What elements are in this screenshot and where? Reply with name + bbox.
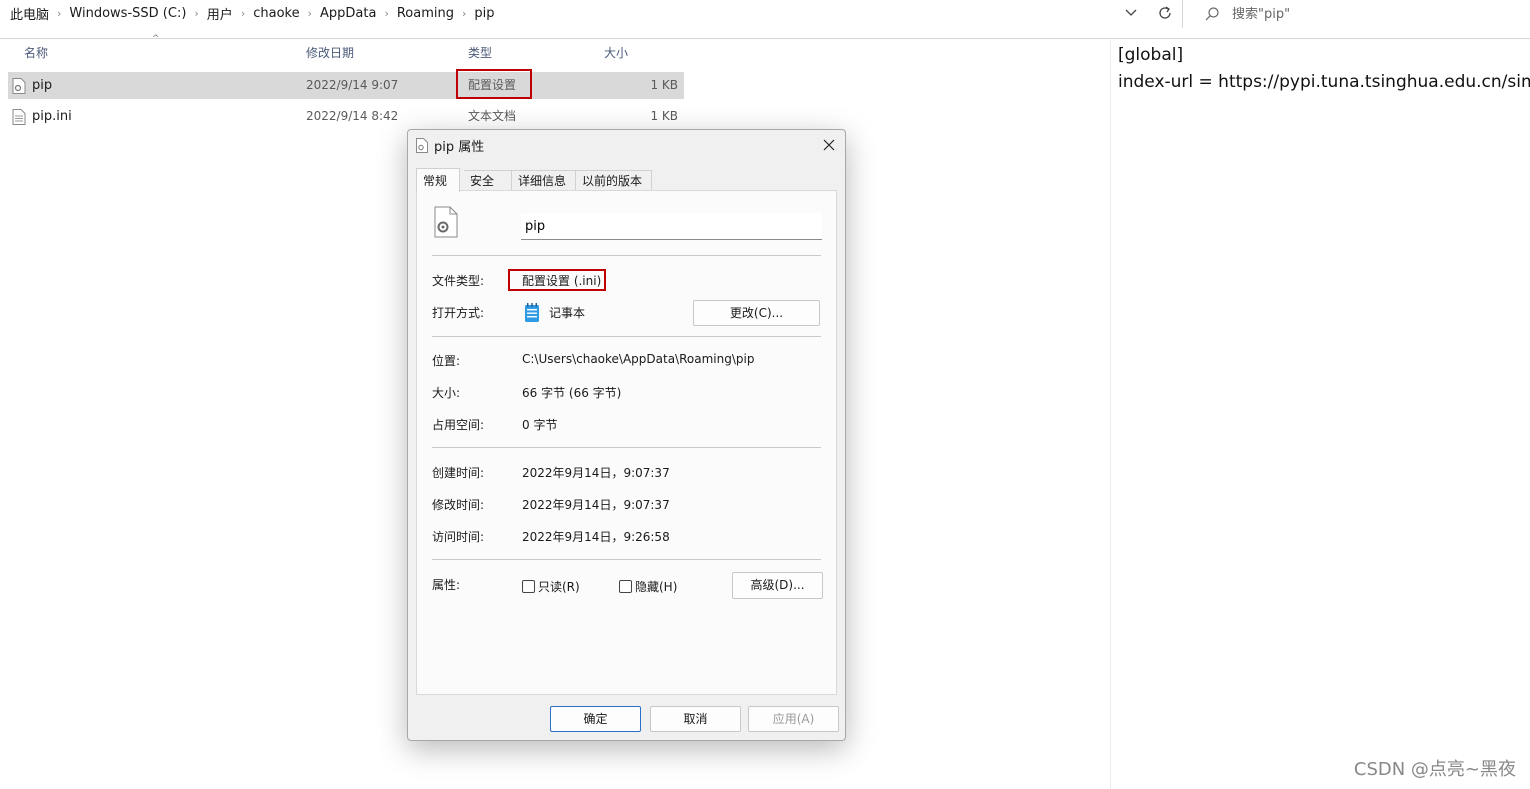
tab-details[interactable]: 详细信息 bbox=[512, 170, 576, 190]
column-header-modified[interactable]: 修改日期 bbox=[300, 40, 462, 66]
chevron-down-icon bbox=[1125, 9, 1137, 16]
preview-divider bbox=[1110, 40, 1111, 789]
file-name: pip.ini bbox=[32, 109, 72, 124]
file-name: pip bbox=[32, 78, 53, 93]
file-modified: 2022/9/14 8:42 bbox=[306, 109, 399, 123]
attributes-label: 属性: bbox=[432, 578, 461, 592]
refresh-button[interactable] bbox=[1154, 3, 1176, 23]
search-input[interactable] bbox=[1230, 5, 1514, 23]
column-header-type[interactable]: 类型 bbox=[462, 40, 598, 66]
apply-button[interactable]: 应用(A) bbox=[748, 706, 839, 732]
chevron-right-icon: › bbox=[194, 6, 199, 20]
file-list-header: 名称 ^ 修改日期 类型 大小 bbox=[0, 34, 690, 66]
breadcrumb-users[interactable]: 用户 bbox=[203, 4, 237, 23]
column-header-size[interactable]: 大小 bbox=[598, 40, 686, 66]
notepad-icon bbox=[525, 303, 539, 322]
modified-label: 修改时间: bbox=[432, 498, 485, 512]
divider bbox=[432, 447, 821, 448]
file-size: 1 KB bbox=[650, 78, 678, 92]
config-file-icon bbox=[434, 206, 458, 238]
annotation-highlight-box bbox=[508, 269, 606, 291]
text-file-icon bbox=[12, 109, 26, 125]
breadcrumb-roaming[interactable]: Roaming bbox=[393, 6, 458, 21]
file-type-label: 文件类型: bbox=[432, 274, 485, 288]
refresh-icon bbox=[1159, 6, 1171, 19]
location-value: C:\Users\chaoke\AppData\Roaming\pip bbox=[522, 352, 755, 366]
breadcrumb-user[interactable]: chaoke bbox=[249, 6, 303, 21]
created-label: 创建时间: bbox=[432, 466, 485, 480]
close-button[interactable] bbox=[816, 134, 842, 156]
disk-size-label: 占用空间: bbox=[432, 418, 485, 432]
history-dropdown-button[interactable] bbox=[1120, 3, 1142, 23]
divider bbox=[432, 255, 821, 256]
breadcrumb-drive[interactable]: Windows-SSD (C:) bbox=[65, 6, 190, 21]
address-bar: 此电脑 › Windows-SSD (C:) › 用户 › chaoke › AppDa… bbox=[0, 0, 1530, 39]
chevron-right-icon: › bbox=[240, 6, 246, 20]
accessed-value: 2022年9月14日，9:26:58 bbox=[522, 530, 670, 544]
disk-size-value: 0 字节 bbox=[522, 418, 558, 432]
chevron-right-icon: › bbox=[57, 6, 62, 20]
file-row[interactable]: pip.ini 2022/9/14 8:42 文本文档 1 KB bbox=[8, 103, 684, 130]
chevron-right-icon: › bbox=[307, 6, 312, 20]
properties-dialog: pip 属性 常规 安全 详细信息 以前的版本 文件类型: 配置设置 (.ini… bbox=[407, 129, 846, 741]
chevron-right-icon: › bbox=[384, 6, 389, 20]
divider bbox=[432, 336, 821, 337]
filename-field[interactable] bbox=[521, 213, 822, 240]
chevron-right-icon: › bbox=[461, 6, 467, 20]
change-button[interactable]: 更改(C)... bbox=[693, 300, 820, 326]
readonly-checkbox[interactable] bbox=[522, 580, 535, 593]
hidden-checkbox[interactable] bbox=[619, 580, 632, 593]
annotation-highlight-box bbox=[456, 69, 532, 99]
sort-ascending-icon: ^ bbox=[152, 34, 160, 44]
ok-button[interactable]: 确定 bbox=[550, 706, 641, 732]
breadcrumb-pip[interactable]: pip bbox=[470, 6, 498, 21]
divider bbox=[432, 559, 821, 560]
hidden-label[interactable]: 隐藏(H) bbox=[635, 578, 677, 595]
readonly-label[interactable]: 只读(R) bbox=[538, 578, 580, 595]
tab-page-general bbox=[416, 190, 837, 695]
accessed-label: 访问时间: bbox=[432, 530, 485, 544]
dialog-titlebar[interactable]: pip 属性 bbox=[408, 130, 845, 160]
tab-general[interactable]: 常规 bbox=[416, 168, 460, 192]
config-file-icon bbox=[416, 138, 428, 153]
breadcrumb-this-pc[interactable]: 此电脑 bbox=[6, 4, 53, 23]
config-file-icon bbox=[12, 78, 26, 94]
breadcrumb[interactable]: 此电脑 › Windows-SSD (C:) › 用户 › chaoke › AppDa… bbox=[6, 0, 499, 26]
search-box[interactable] bbox=[1192, 0, 1530, 28]
file-size: 1 KB bbox=[650, 109, 678, 123]
preview-line: [global] bbox=[1118, 45, 1184, 65]
file-preview-pane: [global] index-url = https://pypi.tuna.ts… bbox=[1118, 42, 1530, 96]
file-modified: 2022/9/14 9:07 bbox=[306, 78, 399, 92]
close-icon bbox=[823, 139, 835, 151]
watermark: CSDN @点亮~黑夜 bbox=[1353, 759, 1516, 780]
file-type: 文本文档 bbox=[468, 109, 517, 123]
cancel-button[interactable]: 取消 bbox=[650, 706, 741, 732]
open-with-label: 打开方式: bbox=[432, 306, 485, 320]
breadcrumb-appdata[interactable]: AppData bbox=[316, 6, 380, 21]
divider bbox=[1182, 0, 1183, 28]
modified-value: 2022年9月14日，9:07:37 bbox=[522, 498, 670, 512]
preview-line: index-url = https://pypi.tuna.tsinghua.e… bbox=[1118, 72, 1530, 92]
search-icon bbox=[1205, 7, 1219, 21]
advanced-button[interactable]: 高级(D)... bbox=[732, 572, 823, 599]
tab-security[interactable]: 安全 bbox=[464, 170, 512, 190]
size-label: 大小: bbox=[432, 386, 461, 400]
created-value: 2022年9月14日，9:07:37 bbox=[522, 466, 670, 480]
open-with-value: 记事本 bbox=[549, 306, 586, 320]
file-row[interactable]: pip 2022/9/14 9:07 配置设置 1 KB bbox=[8, 72, 684, 99]
tab-previous-versions[interactable]: 以前的版本 bbox=[576, 170, 652, 190]
size-value: 66 字节 (66 字节) bbox=[522, 386, 622, 400]
location-label: 位置: bbox=[432, 354, 461, 368]
dialog-title: pip 属性 bbox=[434, 140, 485, 155]
